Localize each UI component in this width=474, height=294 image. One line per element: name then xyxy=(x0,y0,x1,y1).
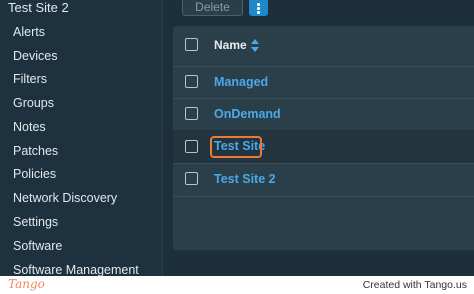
table-header: Name xyxy=(173,26,474,66)
table-row[interactable]: Managed xyxy=(173,66,474,99)
site-link[interactable]: Managed xyxy=(214,75,268,89)
delete-button[interactable]: Delete xyxy=(182,0,243,16)
row-checkbox[interactable] xyxy=(185,140,198,153)
row-checkbox[interactable] xyxy=(185,107,198,120)
table-row[interactable]: Test Site 2 xyxy=(173,163,474,196)
row-divider xyxy=(173,196,474,197)
footer-credit: Created with Tango.us xyxy=(362,279,467,291)
sidebar: Test Site 2 Alerts Devices Filters Group… xyxy=(0,0,161,277)
kebab-dot xyxy=(257,7,260,10)
sidebar-item-patches[interactable]: Patches xyxy=(13,144,58,158)
kebab-vertical-icon xyxy=(257,3,260,6)
sidebar-item-filters[interactable]: Filters xyxy=(13,72,47,86)
row-checkbox[interactable] xyxy=(185,75,198,88)
sidebar-item-alerts[interactable]: Alerts xyxy=(13,25,45,39)
sidebar-item-network-discovery[interactable]: Network Discovery xyxy=(13,191,117,205)
sidebar-item-software-management[interactable]: Software Management xyxy=(13,263,139,277)
name-column-header[interactable]: Name xyxy=(214,38,247,52)
sort-icon[interactable] xyxy=(251,39,259,52)
table-row[interactable]: OnDemand xyxy=(173,98,474,131)
sidebar-item-policies[interactable]: Policies xyxy=(13,167,56,181)
sidebar-item-devices[interactable]: Devices xyxy=(13,49,57,63)
row-checkbox[interactable] xyxy=(185,172,198,185)
kebab-dot xyxy=(257,11,260,14)
site-link[interactable]: Test Site 2 xyxy=(214,172,276,186)
select-all-checkbox[interactable] xyxy=(185,38,198,51)
footer-bar: Tango Created with Tango.us xyxy=(0,276,474,294)
site-title[interactable]: Test Site 2 xyxy=(8,0,69,15)
sidebar-item-software[interactable]: Software xyxy=(13,239,62,253)
more-options-button[interactable] xyxy=(249,0,268,16)
sidebar-item-groups[interactable]: Groups xyxy=(13,96,54,110)
sidebar-item-notes[interactable]: Notes xyxy=(13,120,46,134)
tango-logo: Tango xyxy=(8,277,45,291)
click-highlight-box xyxy=(210,136,262,158)
sidebar-item-settings[interactable]: Settings xyxy=(13,215,58,229)
site-link[interactable]: OnDemand xyxy=(214,107,281,121)
